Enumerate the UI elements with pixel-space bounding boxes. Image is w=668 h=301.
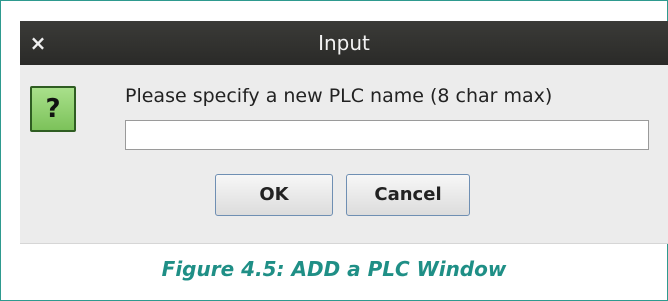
figure-frame: × Input ? Please specify a new PLC name … [0, 0, 668, 301]
figure-caption: Figure 4.5: ADD a PLC Window [161, 257, 507, 281]
prompt-label: Please specify a new PLC name (8 char ma… [125, 85, 553, 107]
plc-name-input[interactable] [125, 120, 649, 150]
question-icon: ? [30, 86, 76, 132]
dialog-title: Input [318, 31, 370, 55]
dialog-titlebar: × Input [20, 21, 668, 65]
cancel-button[interactable]: Cancel [346, 174, 470, 216]
input-dialog: × Input ? Please specify a new PLC name … [20, 21, 668, 244]
ok-button[interactable]: OK [215, 174, 333, 216]
